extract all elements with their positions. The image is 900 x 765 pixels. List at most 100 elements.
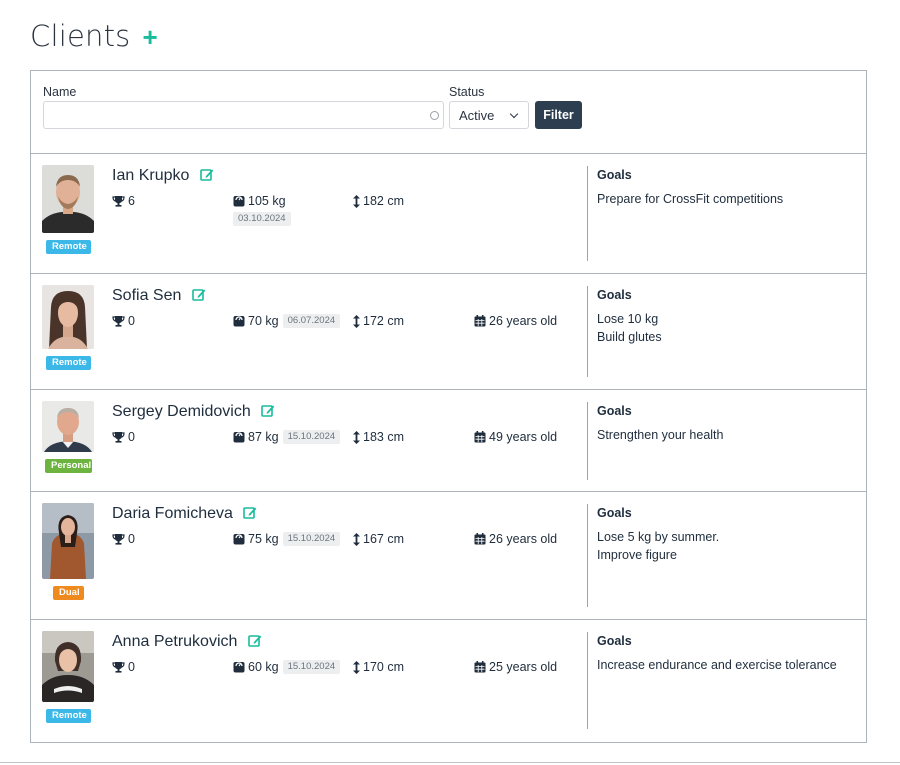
height-stat: 170 cm xyxy=(353,660,404,674)
goals-divider xyxy=(587,402,588,480)
goal-item: Build glutes xyxy=(597,330,662,344)
height-value: 183 cm xyxy=(363,430,404,444)
age-value: 25 years old xyxy=(489,660,558,674)
client-avatar[interactable] xyxy=(42,285,94,349)
page-header: Clients + xyxy=(30,14,158,58)
goals-title: Goals xyxy=(597,288,632,302)
weight-value: 60 kg xyxy=(248,660,279,674)
client-row: Dual Daria Fomicheva 0 75 kg 15.10.2024 … xyxy=(31,492,866,620)
client-row: Remote Sofia Sen 0 70 kg 06.07.2024 172 … xyxy=(31,274,866,390)
status-selected-value: Active xyxy=(459,107,495,123)
goal-item: Lose 10 kg xyxy=(597,312,659,326)
weight-stat: 60 kg 15.10.2024 xyxy=(233,660,341,674)
name-filter-field[interactable] xyxy=(43,101,444,129)
client-name-text: Anna Petrukovich xyxy=(112,633,238,650)
goal-item: Lose 5 kg by summer. xyxy=(597,530,720,544)
goals-divider xyxy=(587,166,588,261)
calendar-icon xyxy=(474,315,486,327)
name-filter-input[interactable] xyxy=(44,102,443,128)
age-stat: 26 years old xyxy=(474,532,557,546)
trophies-stat: 0 xyxy=(112,314,135,328)
goals-title: Goals xyxy=(597,168,632,182)
goals-list: Prepare for CrossFit competitions xyxy=(597,190,783,208)
edit-icon[interactable] xyxy=(243,506,257,519)
goals-divider xyxy=(587,632,588,729)
client-type-badge: Dual xyxy=(53,586,84,600)
input-status-ring-icon xyxy=(430,111,439,120)
weight-icon xyxy=(233,534,245,545)
age-stat: 26 years old xyxy=(474,314,557,328)
page-title: Clients xyxy=(30,19,131,53)
weigh-date-chip: 15.10.2024 xyxy=(282,660,341,674)
client-avatar[interactable] xyxy=(42,401,94,452)
trophies-value: 6 xyxy=(128,194,135,208)
edit-icon[interactable] xyxy=(192,288,206,301)
client-avatar[interactable] xyxy=(42,165,94,233)
height-stat: 172 cm xyxy=(353,314,404,328)
weight-value: 70 kg xyxy=(248,314,279,328)
trophies-value: 0 xyxy=(128,314,135,328)
edit-icon[interactable] xyxy=(200,168,214,181)
weigh-date-chip: 06.07.2024 xyxy=(282,314,341,328)
weight-icon xyxy=(233,432,245,443)
height-stat: 183 cm xyxy=(353,430,404,444)
height-value: 167 cm xyxy=(363,532,404,546)
goal-item: Strengthen your health xyxy=(597,428,724,442)
calendar-icon xyxy=(474,431,486,443)
trophies-stat: 0 xyxy=(112,532,135,546)
trophies-value: 0 xyxy=(128,532,135,546)
client-name-text: Sofia Sen xyxy=(112,287,182,304)
trophies-stat: 6 xyxy=(112,194,135,208)
goals-divider xyxy=(587,504,588,607)
weight-stat: 70 kg 06.07.2024 xyxy=(233,314,341,328)
weight-stat: 75 kg 15.10.2024 xyxy=(233,532,341,546)
age-stat: 25 years old xyxy=(474,660,557,674)
status-select[interactable]: Active xyxy=(449,101,529,129)
trophy-icon xyxy=(112,432,125,443)
client-name: Daria Fomicheva xyxy=(112,505,257,523)
trophy-icon xyxy=(112,534,125,545)
age-value: 26 years old xyxy=(489,314,558,328)
filter-bar: Name Status Active Filter xyxy=(31,71,866,154)
height-arrow-icon xyxy=(353,532,360,546)
client-avatar[interactable] xyxy=(42,503,94,579)
edit-icon[interactable] xyxy=(248,634,262,647)
height-stat: 167 cm xyxy=(353,532,404,546)
trophies-stat: 0 xyxy=(112,660,135,674)
weight-stat: 87 kg 15.10.2024 xyxy=(233,430,341,444)
trophy-icon xyxy=(112,316,125,327)
trophies-stat: 0 xyxy=(112,430,135,444)
goals-list: Increase endurance and exercise toleranc… xyxy=(597,656,837,674)
height-value: 182 cm xyxy=(363,194,404,208)
trophies-value: 0 xyxy=(128,660,135,674)
age-value: 49 years old xyxy=(489,430,558,444)
client-name: Sergey Demidovich xyxy=(112,403,275,421)
height-value: 172 cm xyxy=(363,314,404,328)
height-arrow-icon xyxy=(353,660,360,674)
client-name: Sofia Sen xyxy=(112,287,206,305)
filter-button[interactable]: Filter xyxy=(535,101,582,129)
calendar-icon xyxy=(474,533,486,545)
client-name-text: Ian Krupko xyxy=(112,167,190,184)
weight-value: 105 kg xyxy=(248,194,286,208)
trophy-icon xyxy=(112,196,125,207)
age-value: 26 years old xyxy=(489,532,558,546)
age-stat: 49 years old xyxy=(474,430,557,444)
clients-panel: Name Status Active Filter Remote Ian Kru… xyxy=(30,70,867,743)
weigh-date-chip: 03.10.2024 xyxy=(233,212,291,226)
client-name: Anna Petrukovich xyxy=(112,633,262,651)
client-row: Personal Sergey Demidovich 0 87 kg 15.10… xyxy=(31,390,866,492)
client-type-badge: Remote xyxy=(46,709,91,723)
edit-icon[interactable] xyxy=(261,404,275,417)
add-client-plus-icon[interactable]: + xyxy=(142,24,157,50)
weight-value: 75 kg xyxy=(248,532,279,546)
height-arrow-icon xyxy=(353,194,360,208)
goals-title: Goals xyxy=(597,506,632,520)
weight-value: 87 kg xyxy=(248,430,279,444)
client-type-badge: Remote xyxy=(46,356,91,370)
weight-icon xyxy=(233,662,245,673)
goals-divider xyxy=(587,286,588,377)
client-avatar[interactable] xyxy=(42,631,94,702)
client-name-text: Daria Fomicheva xyxy=(112,505,233,522)
trophies-value: 0 xyxy=(128,430,135,444)
